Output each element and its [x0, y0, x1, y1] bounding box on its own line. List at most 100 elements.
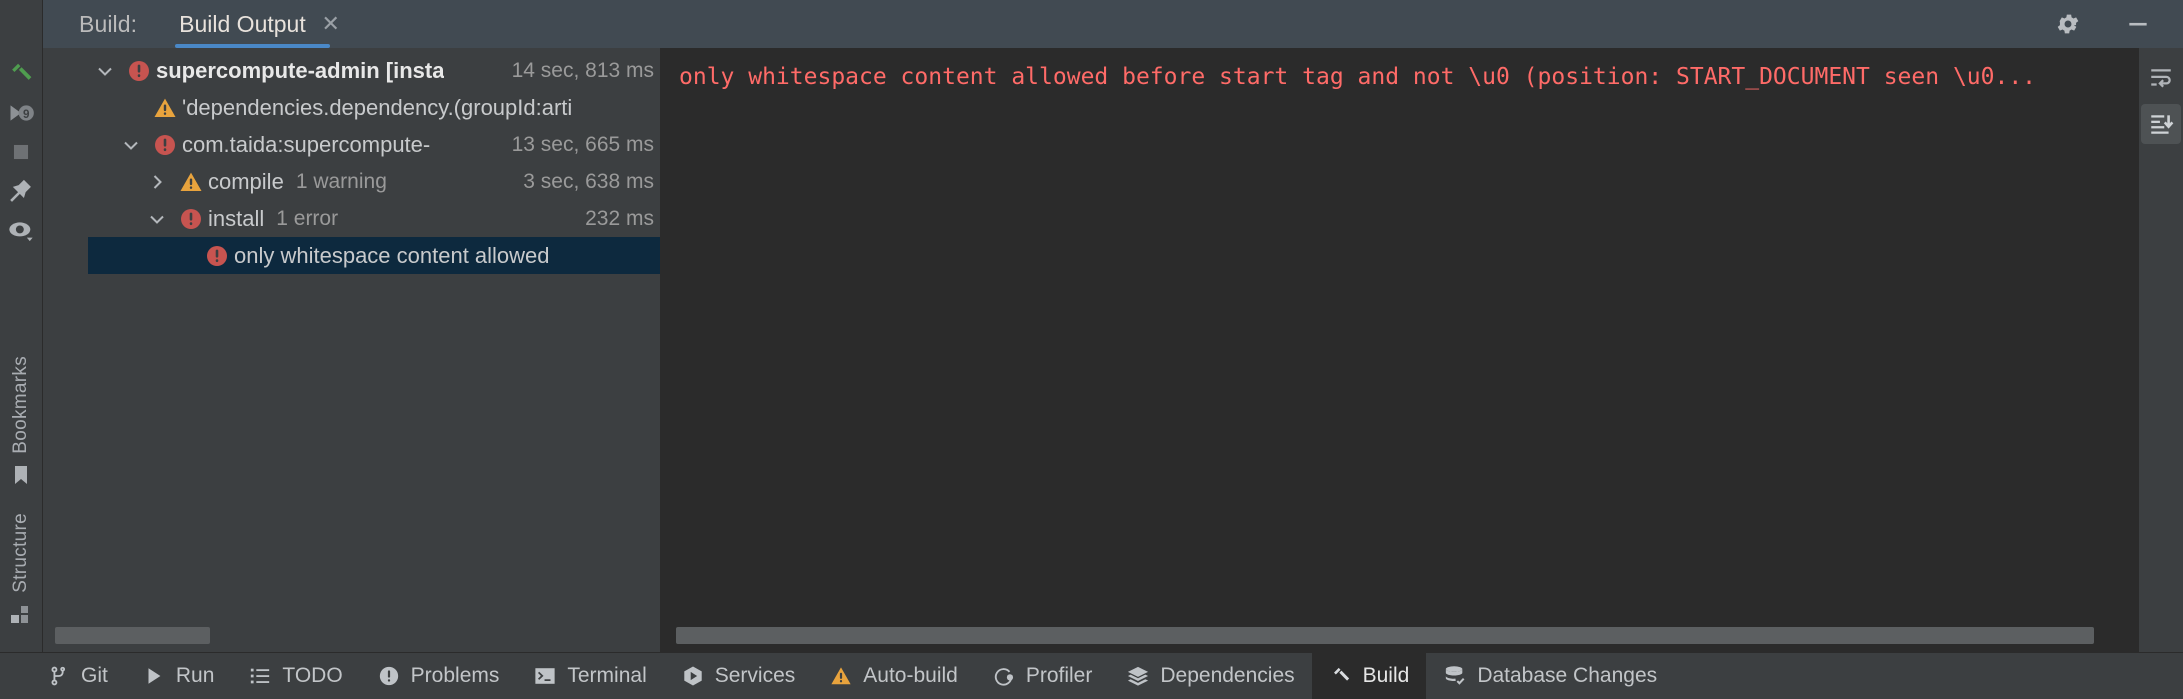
tree-gutter — [43, 48, 88, 618]
tree-horizontal-scrollbar[interactable] — [43, 618, 660, 652]
tree-scroll-thumb[interactable] — [55, 627, 210, 644]
tree-row-label: compile — [208, 168, 284, 194]
status-bar-item-label: Profiler — [1025, 664, 1093, 687]
status-bar-item-label: Dependencies — [1160, 664, 1295, 687]
error-icon — [174, 207, 208, 231]
tree-row-duration: 3 sec, 638 ms — [523, 169, 654, 193]
build-body: 9 Bookmarks Structure supercompute-admin… — [0, 48, 2183, 652]
console-action-rail — [2138, 48, 2183, 652]
close-icon[interactable]: ✕ — [320, 13, 342, 35]
warning-icon — [174, 170, 208, 194]
status-bar-item-label: Git — [81, 664, 108, 687]
status-bar-item-database-changes[interactable]: Database Changes — [1426, 653, 1674, 699]
run-play-icon — [142, 664, 166, 688]
tree-row-label: 'dependencies.dependency.(groupId:arti — [182, 94, 573, 120]
console-horizontal-scrollbar[interactable] — [661, 618, 2138, 652]
tree-scroll-track[interactable] — [43, 618, 660, 652]
status-bar-item-label: Database Changes — [1477, 664, 1658, 687]
pin-icon[interactable] — [0, 171, 43, 210]
toolbar-actions — [2033, 9, 2183, 39]
status-bar-item-services[interactable]: Services — [664, 653, 813, 699]
rail-bookmarks-label: Bookmarks — [10, 356, 31, 455]
status-bar-item-label: Terminal — [567, 664, 647, 687]
minimize-icon[interactable] — [2123, 9, 2153, 39]
error-icon — [200, 244, 234, 268]
tree-row[interactable]: only whitespace content allowed — [88, 237, 660, 274]
tree-row[interactable]: install 1 error 232 ms — [88, 200, 660, 237]
status-bar-item-dependencies[interactable]: Dependencies — [1109, 653, 1311, 699]
warning-icon — [148, 96, 182, 120]
tree-row-label: supercompute-admin [insta — [156, 57, 445, 83]
dependencies-layers-icon — [1126, 664, 1150, 688]
build-tool-window: Build: Build Output ✕ 9 Bookmarks Struct… — [0, 0, 2183, 699]
terminal-icon — [533, 664, 557, 688]
status-bar-item-label: TODO — [282, 664, 343, 687]
tree-row[interactable]: supercompute-admin [insta 14 sec, 813 ms — [88, 52, 660, 89]
chevron-down-icon[interactable] — [88, 61, 122, 81]
build-tree-panel: supercompute-admin [insta 14 sec, 813 ms '… — [43, 48, 661, 652]
status-bar-item-git[interactable]: Git — [30, 653, 125, 699]
status-bar-item-label: Services — [714, 664, 796, 687]
database-changes-icon — [1443, 664, 1467, 688]
rail-structure-button[interactable]: Structure — [10, 507, 32, 652]
scroll-to-end-icon[interactable] — [2141, 104, 2181, 144]
status-bar-item-todo[interactable]: TODO — [231, 653, 359, 699]
problems-icon — [377, 664, 401, 688]
services-icon — [681, 664, 705, 688]
warning-triangle-icon — [829, 664, 853, 688]
status-bar-item-run[interactable]: Run — [125, 653, 232, 699]
structure-grid-icon — [10, 603, 32, 640]
profiler-icon — [992, 664, 1016, 688]
status-bar-item-problems[interactable]: Problems — [360, 653, 517, 699]
tree-row[interactable]: compile 1 warning 3 sec, 638 ms — [88, 163, 660, 200]
tree-row-label: install — [208, 205, 265, 231]
status-bar-item-build[interactable]: Build — [1311, 652, 1427, 699]
status-bar-item-label: Problems — [410, 664, 500, 687]
error-icon — [148, 133, 182, 157]
tree-row[interactable]: com.taida:supercompute- 13 sec, 665 ms — [88, 126, 660, 163]
build-hammer-icon[interactable] — [0, 54, 43, 93]
rerun-icon[interactable]: 9 — [0, 93, 43, 132]
tree-row-duration: 13 sec, 665 ms — [511, 132, 654, 156]
rail-bookmarks-button[interactable]: Bookmarks — [10, 350, 32, 507]
tree-row-duration: 14 sec, 813 ms — [511, 58, 654, 82]
soft-wrap-icon[interactable] — [2141, 58, 2181, 98]
tree-row-summary: 1 warning — [295, 169, 387, 193]
svg-text:9: 9 — [23, 108, 30, 121]
build-tree[interactable]: supercompute-admin [insta 14 sec, 813 ms '… — [43, 48, 660, 618]
status-bar-item-label: Run — [175, 664, 215, 687]
build-toolbar: Build: Build Output ✕ — [0, 0, 2183, 48]
tree-row-label: com.taida:supercompute- — [182, 131, 431, 157]
tree-row[interactable]: 'dependencies.dependency.(groupId:arti — [88, 89, 660, 126]
console-scroll-thumb[interactable] — [675, 627, 2094, 644]
rail-structure-label: Structure — [10, 513, 31, 593]
tree-rows: supercompute-admin [insta 14 sec, 813 ms '… — [88, 48, 660, 618]
tab-build-output-label: Build Output — [179, 10, 306, 37]
status-bar-item-auto-build[interactable]: Auto-build — [812, 653, 975, 699]
status-bar-item-label: Auto-build — [863, 664, 958, 687]
status-bar-item-profiler[interactable]: Profiler — [975, 653, 1110, 699]
status-bar-item-terminal[interactable]: Terminal — [516, 653, 663, 699]
build-tab-strip: Build: Build Output ✕ — [43, 0, 2183, 48]
eye-preview-icon[interactable] — [0, 210, 43, 249]
tree-row-summary: 1 error — [276, 206, 339, 230]
build-console-panel: only whitespace content allowed before s… — [661, 48, 2138, 652]
build-hammer-icon — [1329, 664, 1353, 688]
tree-row-label: only whitespace content allowed — [234, 242, 550, 268]
build-action-rail: 9 Bookmarks Structure — [0, 48, 43, 652]
status-bar: Git Run TODO Problems Terminal Services Auto-b… — [0, 652, 2183, 699]
build-label: Build: — [79, 10, 138, 37]
chevron-down-icon[interactable] — [114, 135, 148, 155]
bookmark-icon — [11, 464, 31, 507]
chevron-right-icon[interactable] — [140, 172, 174, 192]
chevron-down-icon[interactable] — [140, 209, 174, 229]
status-bar-item-label: Build — [1362, 664, 1410, 687]
gear-icon[interactable] — [2053, 9, 2083, 39]
error-icon — [122, 59, 156, 83]
todo-list-icon — [248, 664, 272, 688]
tab-build-output[interactable]: Build Output ✕ — [175, 0, 346, 48]
tree-row-duration: 232 ms — [585, 206, 654, 230]
build-console-output[interactable]: only whitespace content allowed before s… — [661, 48, 2138, 618]
toolbar-left-spacer — [0, 0, 43, 48]
stop-icon[interactable] — [0, 132, 43, 171]
